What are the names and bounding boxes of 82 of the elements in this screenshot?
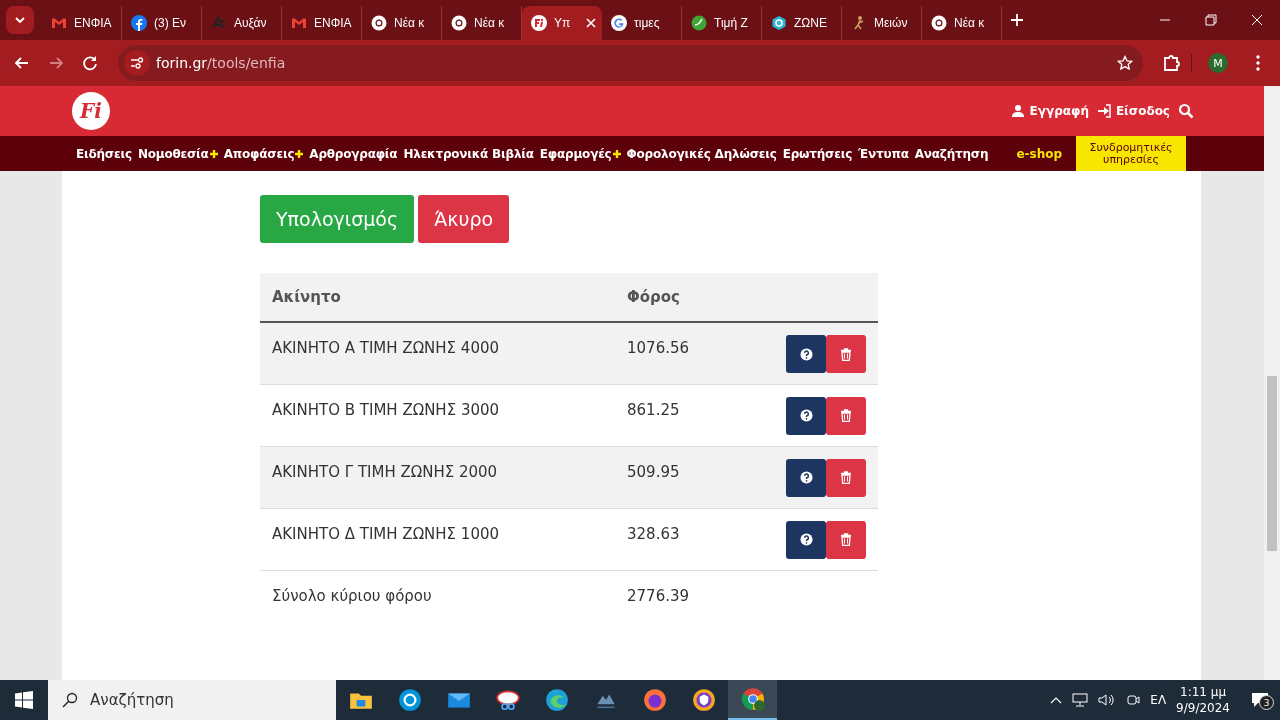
nav-link[interactable]: Έντυπα: [858, 146, 909, 161]
question-mark-icon: [799, 471, 813, 484]
globe-icon: [691, 15, 707, 31]
windows-logo-icon[interactable]: [15, 691, 33, 709]
camera-icon[interactable]: [1126, 693, 1141, 707]
total-label: Σύνολο κύριου φόρου: [260, 570, 615, 632]
table-cell: ΑΚΙΝΗΤΟ Γ ΤΙΜΗ ΖΩΝΗΣ 2000: [260, 446, 615, 508]
trash-icon: [840, 347, 852, 361]
notification-count: 3: [1259, 695, 1274, 710]
tab-search-button[interactable]: [6, 6, 34, 34]
shield-icon: [690, 687, 717, 713]
table-cell: ΑΚΙΝΗΤΟ Α ΤΙΜΗ ΖΩΝΗΣ 4000: [260, 322, 615, 384]
fi-logo-icon: [531, 15, 547, 31]
hexagon-logo-icon: [771, 15, 787, 31]
column-header: Ακίνητο: [260, 273, 615, 322]
browser-logo-icon: [931, 15, 947, 31]
nav-link[interactable]: Αποφάσεις: [223, 146, 304, 161]
nav-link[interactable]: Φορολογικές Δηλώσεις: [626, 146, 777, 161]
help-button[interactable]: [786, 396, 826, 435]
table-cell: 1076.56: [615, 322, 735, 384]
user-icon: [1010, 104, 1025, 118]
nav-link[interactable]: Ειδήσεις: [76, 146, 132, 161]
sign-in-icon: [1096, 104, 1111, 118]
trash-icon: [840, 471, 852, 484]
browser-logo-icon: [543, 687, 570, 713]
f-logo-icon: [131, 15, 147, 31]
help-button[interactable]: [786, 520, 826, 559]
subscription-button[interactable]: Συνδρομητικές υπηρεσίες: [1076, 136, 1186, 171]
browser-tab[interactable]: Υπ: [522, 6, 602, 40]
g-logo-icon: [611, 15, 627, 31]
table-cell: ΑΚΙΝΗΤΟ Δ ΤΙΜΗ ΖΩΝΗΣ 1000: [260, 508, 615, 570]
browser-logo-icon: [739, 686, 766, 712]
help-button[interactable]: [786, 335, 826, 373]
cancel-button[interactable]: Άκυρο: [418, 195, 510, 243]
site-settings-icon[interactable]: [130, 56, 144, 70]
total-value: 2776.39: [615, 570, 735, 632]
account-link[interactable]: Είσοδος: [1096, 104, 1170, 118]
network-icon[interactable]: [1072, 693, 1089, 707]
plus-icon: [295, 149, 304, 158]
delete-button[interactable]: [826, 396, 866, 435]
delete-button[interactable]: [826, 520, 866, 559]
language-indicator[interactable]: ΕΛ: [1150, 693, 1167, 707]
account-link[interactable]: Εγγραφή: [1010, 104, 1089, 118]
question-mark-icon: [799, 409, 813, 422]
star-icon[interactable]: [1117, 55, 1133, 71]
mail-logo-icon: [51, 15, 67, 31]
trash-icon: [840, 533, 852, 546]
table-cell: 328.63: [615, 508, 735, 570]
address-bar[interactable]: forin.gr/tools/enfia: [118, 45, 1143, 81]
mail-logo-icon: [291, 15, 307, 31]
nav-link[interactable]: Ηλεκτρονικά Βιβλία: [403, 146, 534, 161]
search-icon: [62, 692, 78, 708]
chevron-up-icon[interactable]: [1050, 696, 1063, 704]
nav-link[interactable]: Νομοθεσία: [137, 146, 218, 161]
plus-icon: [209, 149, 218, 158]
table-cell: 509.95: [615, 446, 735, 508]
speaker-icon[interactable]: [1098, 693, 1117, 707]
trash-icon: [840, 409, 852, 422]
letter-logo-icon: [211, 15, 227, 31]
clock[interactable]: 1:11 μμ 9/9/2024: [1176, 683, 1230, 717]
new-tab-icon[interactable]: [1010, 13, 1024, 27]
scrollbar[interactable]: [1264, 86, 1280, 680]
site-logo[interactable]: Fi: [72, 92, 110, 130]
browser-logo-icon: [451, 15, 467, 31]
column-header: Φόρος: [615, 273, 735, 322]
browser-logo-icon: [371, 15, 387, 31]
nav-link[interactable]: Αναζήτηση: [914, 146, 989, 161]
chevron-down-icon: [15, 17, 25, 23]
taskbar-search-field[interactable]: Αναζήτηση: [48, 680, 336, 720]
nav-link[interactable]: Αρθρογραφία: [309, 146, 398, 161]
delete-button[interactable]: [826, 458, 866, 497]
nav-link[interactable]: Ερωτήσεις: [782, 146, 853, 161]
delete-button[interactable]: [826, 335, 866, 373]
question-mark-icon: [799, 533, 813, 546]
question-mark-icon: [799, 347, 813, 361]
search-icon[interactable]: [1178, 103, 1194, 119]
profile-avatar[interactable]: M: [1208, 53, 1228, 73]
nav-link[interactable]: Εφαρμογές: [539, 146, 621, 161]
plus-icon: [612, 149, 621, 158]
nav-link[interactable]: e-shop: [1016, 146, 1062, 161]
help-button[interactable]: [786, 458, 826, 497]
close-icon[interactable]: [586, 18, 596, 28]
